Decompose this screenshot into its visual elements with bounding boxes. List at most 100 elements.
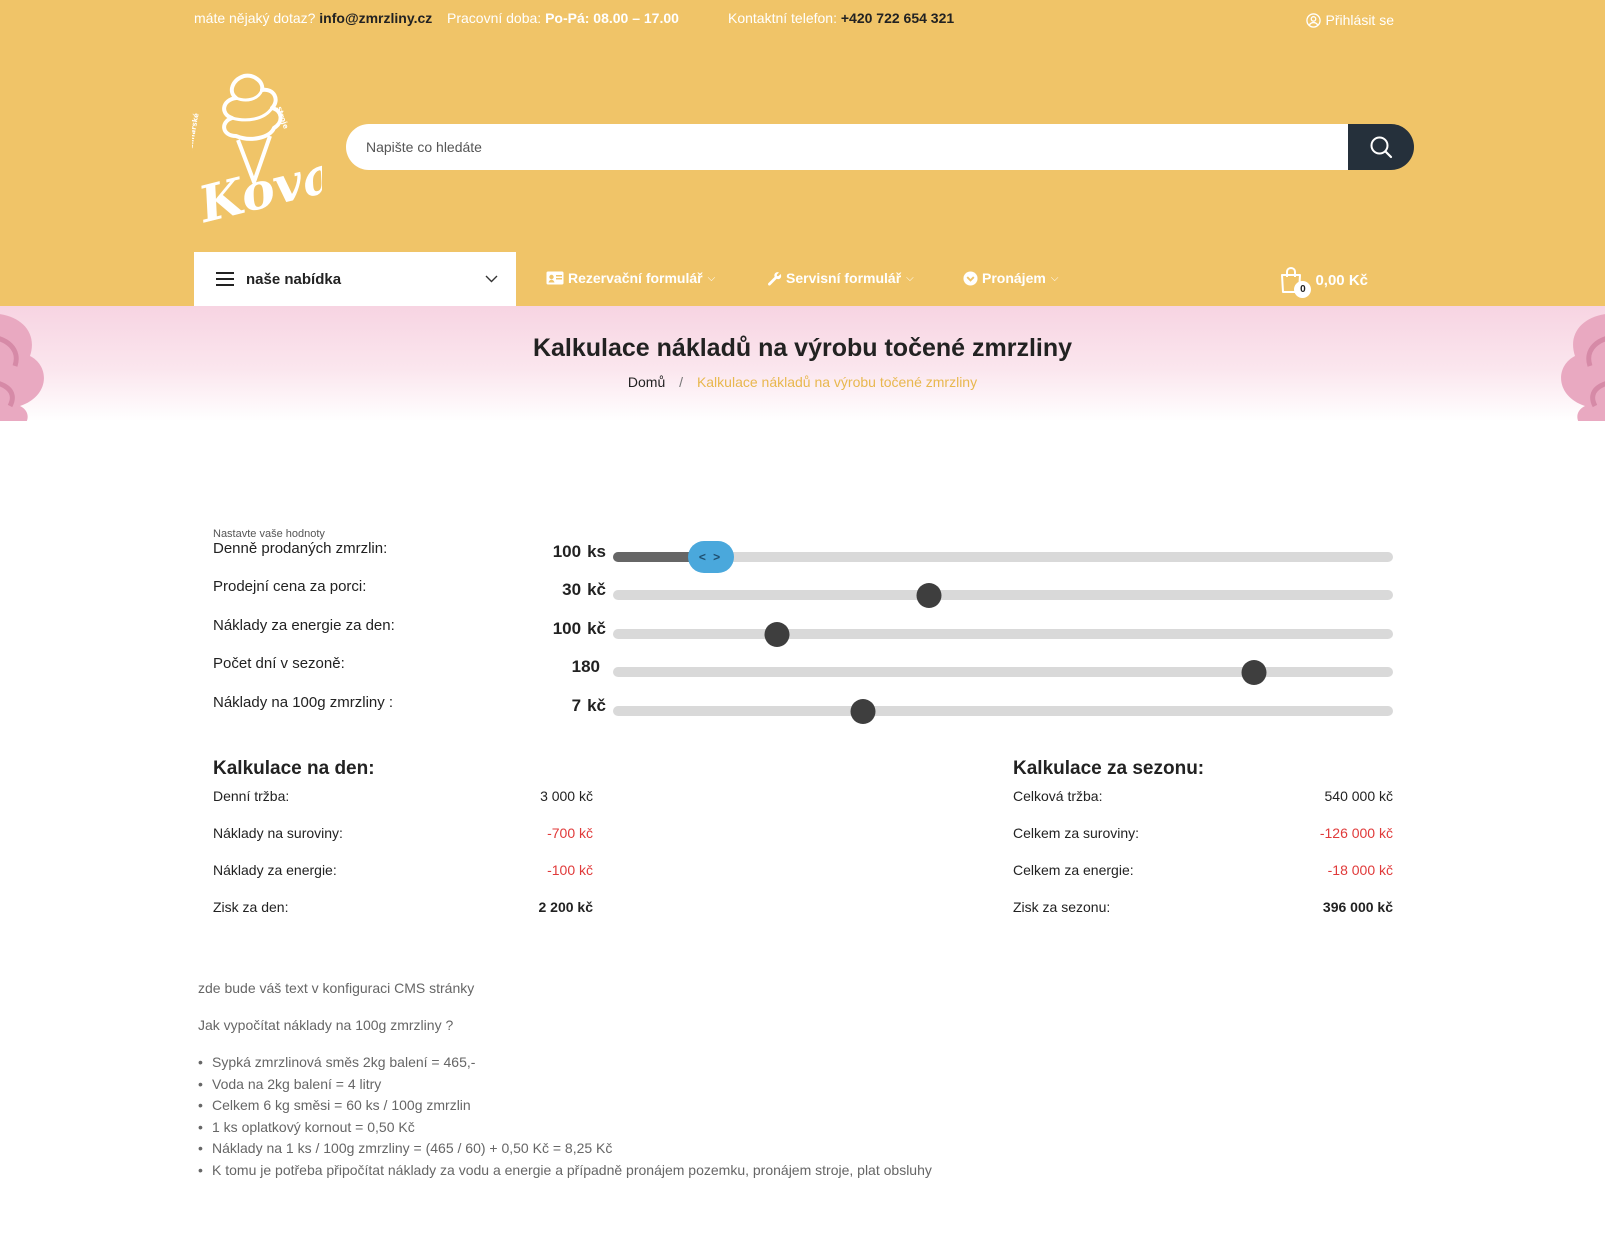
slider-label: Náklady na 100g zmrzliny : [213, 694, 394, 711]
svg-text:Koval: Koval [192, 139, 322, 225]
summary-row: Náklady za energie: -100 kč [213, 862, 593, 884]
slider-row: Náklady za energie za den: 100 kč [213, 617, 1393, 647]
breadcrumb-current: Kalkulace nákladů na výrobu točené zmrzl… [696, 374, 978, 390]
shopping-bag-icon: 0 [1279, 266, 1312, 298]
slider-label: Náklady za energie za den: [213, 617, 395, 634]
breadcrumb-home-link[interactable]: Domů [628, 374, 665, 390]
nav-reservation-label: Rezervační formulář [568, 270, 703, 286]
cms-question-text: Jak vypočítat náklady na 100g zmrzliny ? [198, 1017, 454, 1033]
phone-label: Kontaktní telefon: [728, 10, 837, 26]
slider-row: Počet dní v sezoně: 180 [213, 655, 1393, 685]
summary-label: Zisk za sezonu: [1013, 899, 1111, 915]
search-button[interactable] [1348, 124, 1414, 170]
slider-track[interactable]: < > [613, 541, 1393, 573]
list-item: K tomu je potřeba připočítat náklady za … [198, 1162, 932, 1184]
summary-value: 2 200 kč [538, 899, 594, 915]
slider-track[interactable] [613, 622, 1393, 647]
nav-reservation-form[interactable]: Rezervační formulář ⌵ [546, 270, 715, 286]
season-summary-title: Kalkulace za sezonu: [1013, 758, 1205, 779]
summary-row: Celkem za energie: -18 000 kč [1013, 862, 1393, 884]
slider-track[interactable] [613, 699, 1393, 724]
nav-rental-label: Pronájem [982, 270, 1046, 286]
category-menu-label: naše nabídka [246, 270, 342, 288]
slider-row: Náklady na 100g zmrzliny : 7 kč [213, 694, 1393, 724]
chevron-down-icon: ⌵ [906, 272, 914, 284]
list-item: Náklady na 1 ks / 100g zmrzliny = (465 /… [198, 1140, 932, 1162]
question-label: máte nějaký dotaz? [194, 10, 316, 26]
slider-track[interactable] [613, 583, 1393, 608]
slider-value: 100 ks [553, 542, 606, 562]
summary-row: Celkem za suroviny: -126 000 kč [1013, 825, 1393, 847]
list-item: Voda na 2kg balení = 4 litry [198, 1076, 932, 1098]
slider-value-unit: kč [587, 580, 606, 599]
slider-handle[interactable] [916, 583, 942, 608]
slider-value-number: 100 [552, 619, 582, 638]
svg-text:zmrzlinářské: zmrzlinářské [192, 112, 201, 163]
slider-row: Denně prodaných zmrzlin: 100 ks < > [213, 540, 1393, 573]
category-menu-toggle[interactable]: naše nabídka [194, 252, 516, 306]
slider-value-number: 100 [552, 542, 582, 561]
slider-value: 100 kč [553, 619, 606, 639]
slider-handle[interactable] [764, 622, 790, 647]
ice-cream-logo-icon: Koval zmrzlinářské stroje [184, 73, 359, 235]
summary-value: 540 000 kč [1324, 788, 1394, 804]
contact-phone: Kontaktní telefon: +420 722 654 321 [728, 10, 954, 26]
chevron-down-icon [485, 275, 498, 283]
cms-intro-text: zde bude váš text v konfiguraci CMS strá… [198, 980, 475, 996]
summary-row: Denní tržba: 3 000 kč [213, 788, 593, 810]
cart-button[interactable]: 0 0,00 Kč [1279, 266, 1368, 298]
slider-value-unit: ks [587, 542, 606, 561]
summary-label: Celkem za suroviny: [1013, 825, 1140, 841]
top-info-bar: máte nějaký dotaz? info@zmrzliny.cz Prac… [194, 10, 1394, 34]
page-banner: Kalkulace nákladů na výrobu točené zmrzl… [0, 306, 1605, 421]
search-bar [346, 124, 1414, 170]
summary-row: Celková tržba: 540 000 kč [1013, 788, 1393, 810]
daily-summary-title: Kalkulace na den: [213, 758, 375, 779]
summary-value: -700 kč [547, 825, 593, 841]
login-label: Přihlásit se [1325, 12, 1394, 28]
phone-link[interactable]: +420 722 654 321 [841, 10, 954, 26]
slider-track[interactable] [613, 660, 1393, 685]
nav-service-label: Servisní formulář [786, 270, 902, 286]
slider-value-unit: kč [587, 619, 606, 638]
site-logo[interactable]: Koval zmrzlinářské stroje [184, 70, 359, 235]
slider-value-number: 30 [562, 580, 582, 599]
cart-count-badge: 0 [1294, 281, 1312, 298]
hours-label: Pracovní doba: [447, 10, 542, 26]
login-link[interactable]: Přihlásit se [1305, 12, 1394, 28]
site-header: máte nějaký dotaz? info@zmrzliny.cz Prac… [0, 0, 1605, 306]
ice-cream-swirl-image [0, 314, 44, 421]
season-summary: Kalkulace za sezonu: Celková tržba: 540 0… [1013, 758, 1393, 915]
search-icon [1370, 136, 1393, 159]
list-item: Celkem 6 kg směsi = 60 ks / 100g zmrzlin [198, 1097, 932, 1119]
list-item: 1 ks oplatkový kornout = 0,50 Kč [198, 1119, 932, 1141]
summary-label: Zisk za den: [213, 899, 289, 915]
nav-rental[interactable]: Pronájem ⌵ [963, 270, 1058, 286]
slider-label: Počet dní v sezoně: [213, 655, 345, 672]
hours-value: Po-Pá: 08.00 – 17.00 [545, 10, 679, 26]
id-card-icon [546, 271, 564, 285]
email-link[interactable]: info@zmrzliny.cz [319, 10, 432, 26]
chevron-down-icon: ⌵ [707, 272, 716, 284]
cms-bullet-list: Sypká zmrzlinová směs 2kg balení = 465,-… [198, 1054, 932, 1183]
summary-row: Zisk za den: 2 200 kč [213, 899, 593, 921]
summary-row: Zisk za sezonu: 396 000 kč [1013, 899, 1393, 921]
slider-value: 30 kč [562, 580, 606, 600]
list-item: Sypká zmrzlinová směs 2kg balení = 465,- [198, 1054, 932, 1076]
slider-handle[interactable] [850, 699, 876, 724]
breadcrumb-separator: / [679, 374, 684, 390]
summary-label: Náklady na suroviny: [213, 825, 343, 841]
slider-handle-active[interactable]: < > [687, 541, 734, 573]
slider-handle[interactable] [1241, 660, 1267, 685]
summary-label: Celkem za energie: [1013, 862, 1134, 878]
search-input[interactable] [346, 124, 1348, 170]
slider-value: 7 kč [572, 696, 606, 716]
slider-value-number: 180 [571, 657, 600, 676]
summary-row: Náklady na suroviny: -700 kč [213, 825, 593, 847]
opening-hours: Pracovní doba: Po-Pá: 08.00 – 17.00 [447, 10, 679, 26]
chevron-down-icon: ⌵ [1050, 272, 1059, 284]
slider-label: Prodejní cena za porci: [213, 578, 367, 595]
breadcrumb: Domů / Kalkulace nákladů na výrobu točen… [0, 374, 1605, 390]
nav-service-form[interactable]: Servisní formulář ⌵ [767, 270, 914, 286]
summary-value: 3 000 kč [540, 788, 593, 804]
